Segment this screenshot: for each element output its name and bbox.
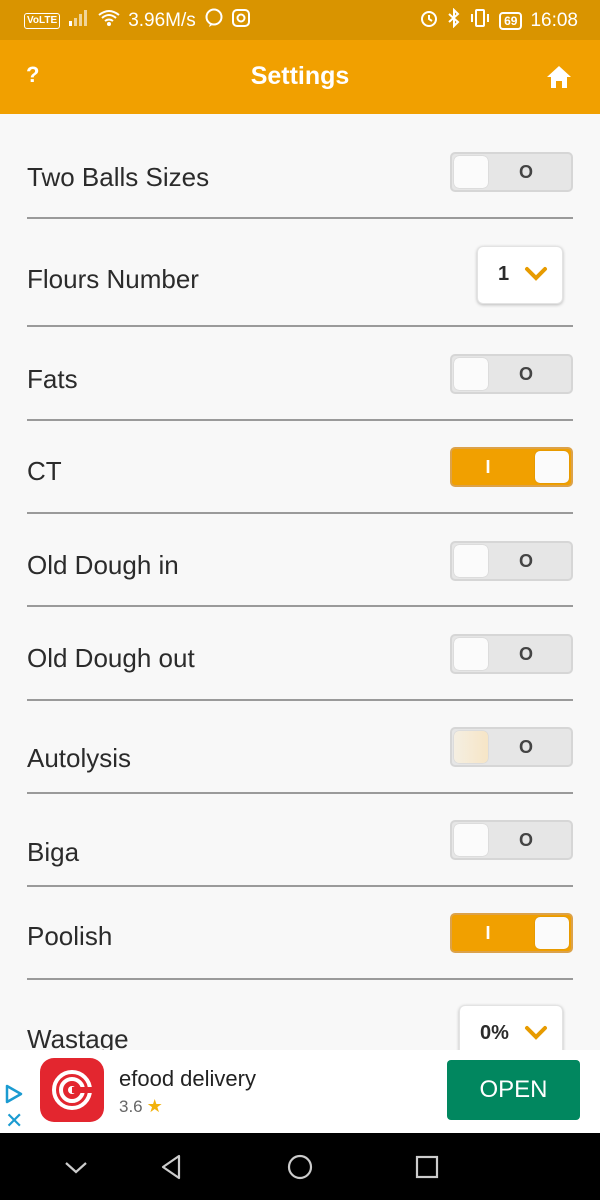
toggle-state: O (518, 162, 533, 182)
app-bar: ? Settings (0, 40, 600, 114)
dropdown-value: 0% (480, 1022, 509, 1044)
home-nav-icon[interactable] (286, 1153, 314, 1181)
toggle-state: I (485, 457, 491, 477)
divider (27, 325, 573, 327)
setting-label: Old Dough in (27, 550, 179, 580)
toggle-knob (535, 451, 569, 483)
toggle-knob (454, 358, 488, 390)
toggle-state: I (485, 923, 491, 943)
setting-label: Autolysis (27, 743, 132, 773)
recents-icon[interactable] (413, 1153, 441, 1181)
toggle-knob (454, 731, 488, 763)
vibrate-icon (469, 8, 491, 34)
setting-label: Poolish (27, 921, 113, 951)
instagram-icon (231, 9, 250, 33)
wastage-dropdown[interactable]: 0% (459, 1005, 563, 1050)
wifi-icon (98, 9, 120, 33)
ad-app-name[interactable]: efood delivery (119, 1066, 256, 1092)
viber-icon (204, 8, 224, 34)
network-speed: 3.96M/s (128, 10, 196, 31)
toggle-state: O (518, 364, 533, 384)
efood-logo-icon[interactable] (40, 1058, 104, 1122)
ad-choices-icon[interactable] (3, 1083, 25, 1105)
toggle-state: O (518, 644, 533, 664)
settings-list[interactable]: Two Balls Sizes O Flours Number 1 Fats O… (0, 114, 600, 1050)
battery-icon: 69 (499, 12, 523, 30)
divider (27, 605, 573, 607)
divider (27, 885, 573, 887)
toggle-knob (454, 824, 488, 856)
toggle-state: O (518, 551, 533, 571)
setting-label: Two Balls Sizes (27, 162, 210, 192)
dropdown-value: 1 (498, 263, 510, 285)
divider (27, 699, 573, 701)
divider (27, 419, 573, 421)
ad-banner[interactable]: ✕ efood delivery 3.6 ★ OPEN (0, 1050, 600, 1133)
fats-toggle[interactable]: O (450, 354, 573, 394)
volte-badge: VoLTE (24, 13, 61, 29)
divider (27, 512, 573, 514)
navigation-bar (0, 1133, 600, 1200)
chevron-down-icon (525, 1026, 547, 1040)
autolysis-toggle[interactable]: O (450, 727, 573, 767)
ad-open-button[interactable]: OPEN (447, 1060, 580, 1120)
poolish-toggle[interactable]: I (450, 913, 573, 953)
toggle-state: O (518, 737, 533, 757)
divider (27, 978, 573, 980)
toggle-knob (454, 545, 488, 577)
hide-keyboard-chevron-icon[interactable] (62, 1153, 90, 1181)
alarm-icon (419, 8, 439, 34)
old-dough-out-toggle[interactable]: O (450, 634, 573, 674)
flours-number-dropdown[interactable]: 1 (477, 246, 563, 304)
rating-value: 3.6 (119, 1097, 143, 1116)
setting-label: CT (27, 456, 62, 486)
chevron-down-icon (525, 267, 547, 281)
signal-icon (68, 9, 90, 33)
setting-label: Biga (27, 837, 80, 867)
divider (27, 217, 573, 219)
status-bar: VoLTE 3.96M/s 69 16:08 (0, 0, 600, 40)
clock: 16:08 (530, 10, 578, 31)
ct-toggle[interactable]: I (450, 447, 573, 487)
setting-label: Fats (27, 364, 78, 394)
toggle-knob (454, 156, 488, 188)
bluetooth-icon (447, 7, 461, 34)
toggle-knob (535, 917, 569, 949)
star-icon: ★ (146, 1096, 163, 1116)
biga-toggle[interactable]: O (450, 820, 573, 860)
page-title: Settings (250, 62, 350, 90)
toggle-state: O (518, 830, 533, 850)
home-icon[interactable] (546, 64, 572, 90)
ad-close-icon[interactable]: ✕ (5, 1108, 23, 1134)
setting-label: Old Dough out (27, 643, 195, 673)
toggle-knob (454, 638, 488, 670)
ad-rating: 3.6 ★ (119, 1096, 163, 1117)
two-balls-sizes-toggle[interactable]: O (450, 152, 573, 192)
old-dough-in-toggle[interactable]: O (450, 541, 573, 581)
setting-label: Wastage (27, 1024, 129, 1050)
setting-label: Flours Number (27, 264, 199, 294)
divider (27, 792, 573, 794)
back-icon[interactable] (158, 1153, 186, 1181)
